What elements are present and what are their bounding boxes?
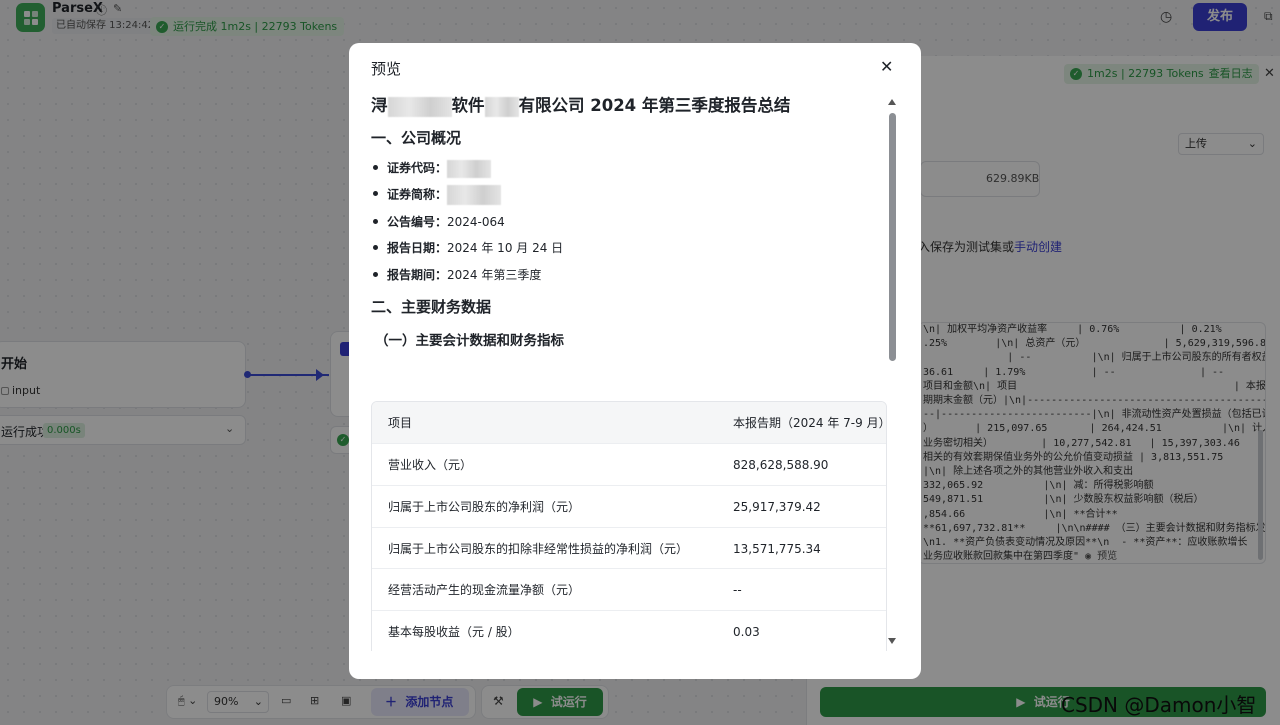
info-item: 证券代码： (372, 159, 492, 178)
modal-title: 预览 (371, 60, 402, 78)
redacted-text (447, 185, 502, 205)
financial-table: 项目 本报告期（2024 年 7-9 月） 营业收入（元） 828,628,588… (371, 401, 887, 651)
table-row: 营业收入（元） 828,628,588.90 (372, 444, 886, 486)
modal-scrollbar-thumb[interactable] (889, 113, 896, 361)
info-item: 报告期间：2024 年第三季度 (372, 268, 542, 282)
table-cell-item: 归属于上市公司股东的净利润（元） (388, 499, 581, 514)
close-icon[interactable]: ✕ (880, 57, 893, 76)
document-title: 浔软件 有限公司 2024 年第三季度报告总结 (371, 96, 791, 117)
table-cell-item: 基本每股收益（元 / 股） (388, 625, 520, 640)
redacted-text (484, 96, 519, 117)
table-cell-item: 归属于上市公司股东的扣除非经常性损益的净利润（元） (388, 541, 689, 556)
preview-document: 浔软件 有限公司 2024 年第三季度报告总结 一、公司概况 证券代码： 证券简称… (371, 91, 887, 651)
table-cell-value: 0.03 (733, 625, 760, 640)
preview-modal: 预览 ✕ 浔软件 有限公司 2024 年第三季度报告总结 一、公司概况 证券代码：… (349, 43, 921, 679)
info-item: 公告编号：2024-064 (373, 215, 505, 229)
info-item: 报告日期：2024 年 10 月 24 日 (372, 241, 564, 255)
table-cell-value: 828,628,588.90 (733, 458, 829, 472)
subsection-heading: （一）主要会计数据和财务指标 (375, 333, 564, 349)
redacted-text (387, 96, 452, 117)
info-item: 证券简称： (372, 185, 502, 205)
table-cell-value: -- (733, 583, 742, 598)
table-cell-item: 营业收入（元） (388, 458, 473, 472)
section-heading: 二、主要财务数据 (371, 298, 492, 316)
table-cell-value: 13,571,775.34 (733, 541, 821, 556)
table-header: 项目 本报告期（2024 年 7-9 月） (372, 402, 886, 444)
table-cell-value: 25,917,379.42 (733, 499, 821, 514)
section-heading: 一、公司概况 (371, 129, 462, 147)
table-row: 基本每股收益（元 / 股） 0.03 (372, 611, 886, 651)
scroll-up-arrow-icon[interactable] (888, 99, 896, 105)
table-cell-item: 经营活动产生的现金流量净额（元） (388, 583, 581, 598)
table-row: 归属于上市公司股东的净利润（元） 25,917,379.42 (372, 486, 886, 528)
scroll-down-arrow-icon[interactable] (888, 638, 896, 644)
redacted-text (447, 159, 492, 178)
table-row: 归属于上市公司股东的扣除非经常性损益的净利润（元） 13,571,775.34 (372, 528, 886, 570)
table-row: 经营活动产生的现金流量净额（元） -- (372, 569, 886, 612)
